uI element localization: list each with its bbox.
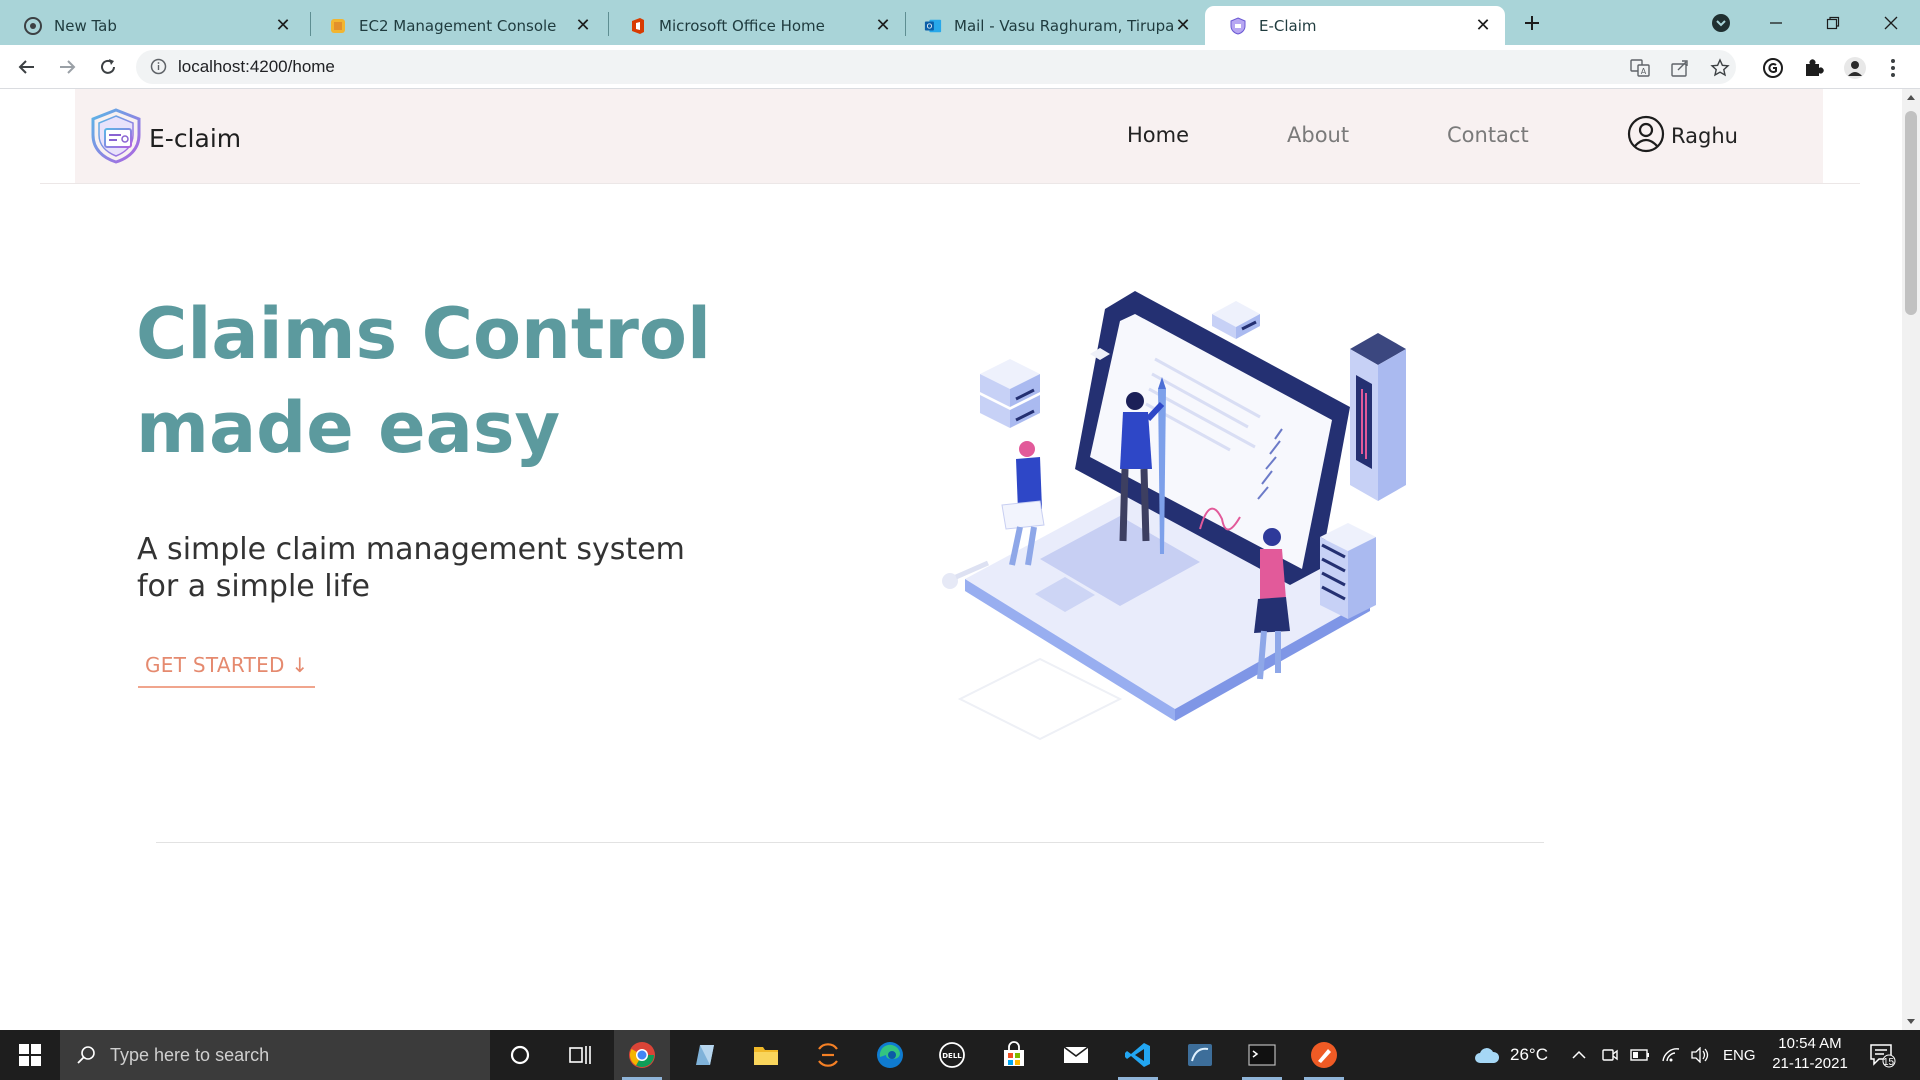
chrome-icon xyxy=(24,16,42,35)
clock-date: 21-11-2021 xyxy=(1772,1055,1848,1072)
system-clock[interactable]: 10:54 AM 21-11-2021 xyxy=(1765,1034,1855,1074)
windows-start-button[interactable] xyxy=(0,1030,60,1080)
weather-temperature: 26°C xyxy=(1510,1045,1548,1064)
taskbar-dell-icon[interactable]: DELL xyxy=(924,1030,980,1080)
user-menu[interactable]: Raghu xyxy=(1627,115,1738,157)
close-tab-icon[interactable]: ✕ xyxy=(1173,15,1193,36)
search-icon xyxy=(76,1045,96,1065)
scroll-thumb[interactable] xyxy=(1905,111,1917,315)
back-arrow-icon[interactable] xyxy=(11,51,43,83)
notification-center-icon[interactable]: 15 xyxy=(1868,1030,1896,1080)
minimize-window-icon[interactable] xyxy=(1761,8,1791,38)
nav-link-about[interactable]: About xyxy=(1287,123,1349,147)
tab-new-tab[interactable]: New Tab ✕ xyxy=(0,6,305,45)
taskbar-edge-icon[interactable] xyxy=(862,1030,918,1080)
notification-count: 15 xyxy=(1883,1057,1895,1068)
section-divider xyxy=(156,842,1544,843)
taskbar-notes-app-icon[interactable] xyxy=(676,1030,732,1080)
taskbar-file-explorer-icon[interactable] xyxy=(738,1030,794,1080)
hero-title: Claims Control made easy xyxy=(136,287,776,475)
user-name: Raghu xyxy=(1671,124,1738,148)
taskbar-eclipse-icon[interactable] xyxy=(800,1030,856,1080)
hero-title-line: Claims Control xyxy=(136,293,711,375)
close-tab-icon[interactable]: ✕ xyxy=(873,15,893,36)
address-bar[interactable]: localhost:4200/home A xyxy=(136,50,1736,84)
input-language[interactable]: ENG xyxy=(1723,1030,1756,1080)
tab-office-home[interactable]: Microsoft Office Home ✕ xyxy=(605,6,905,45)
tab-eclaim[interactable]: E-Claim ✕ xyxy=(1205,6,1505,45)
close-tab-icon[interactable]: ✕ xyxy=(273,15,293,36)
tab-search-icon[interactable] xyxy=(1706,8,1736,38)
taskbar-vscode-icon[interactable] xyxy=(1110,1030,1166,1080)
outlook-icon: O xyxy=(924,17,942,35)
brand[interactable]: E-claim xyxy=(87,107,241,169)
battery-icon[interactable] xyxy=(1630,1030,1650,1080)
svg-text:DELL: DELL xyxy=(942,1052,962,1060)
aws-icon xyxy=(329,17,347,35)
bookmark-star-icon[interactable] xyxy=(1709,57,1731,79)
extensions-puzzle-icon[interactable] xyxy=(1800,55,1826,81)
taskbar-search-box[interactable]: Type here to search xyxy=(60,1030,490,1080)
taskbar-terminal-icon[interactable] xyxy=(1234,1030,1290,1080)
taskbar-postman-icon[interactable] xyxy=(1296,1030,1352,1080)
site-navbar: E-claim Home About Contact Raghu xyxy=(75,89,1823,183)
site-info-icon[interactable] xyxy=(150,58,167,79)
scroll-down-icon[interactable] xyxy=(1907,1019,1915,1024)
extension-grammarly-icon[interactable] xyxy=(1760,55,1786,81)
profile-avatar-icon[interactable] xyxy=(1842,55,1868,81)
taskbar-store-icon[interactable] xyxy=(986,1030,1042,1080)
translate-icon[interactable]: A xyxy=(1629,57,1651,79)
meet-now-icon[interactable] xyxy=(1601,1030,1619,1080)
task-view-icon[interactable] xyxy=(552,1030,608,1080)
taskbar-chrome-icon[interactable] xyxy=(614,1030,670,1080)
hero-title-line: made easy xyxy=(136,387,561,469)
forward-arrow-icon[interactable] xyxy=(51,51,83,83)
share-icon[interactable] xyxy=(1669,57,1691,79)
page-viewport: E-claim Home About Contact Raghu Claims … xyxy=(0,89,1920,1030)
new-tab-button[interactable] xyxy=(1517,8,1547,38)
office-icon xyxy=(629,17,647,35)
get-started-button[interactable]: GET STARTED ↓ xyxy=(138,645,316,688)
close-window-icon[interactable] xyxy=(1876,8,1906,38)
eclaim-logo-icon xyxy=(87,107,145,169)
show-hidden-icons-chevron-icon[interactable] xyxy=(1572,1030,1586,1080)
search-placeholder: Type here to search xyxy=(110,1044,270,1065)
restore-window-icon[interactable] xyxy=(1818,8,1848,38)
hero-illustration xyxy=(930,279,1470,819)
volume-icon[interactable] xyxy=(1690,1030,1710,1080)
svg-text:O: O xyxy=(927,21,933,30)
taskbar-mail-icon[interactable] xyxy=(1048,1030,1104,1080)
hero-subtitle-line: A simple claim management system xyxy=(137,532,685,567)
navbar-divider xyxy=(40,183,1860,184)
scroll-up-icon[interactable] xyxy=(1907,95,1915,100)
eclaim-icon xyxy=(1229,16,1247,35)
windows-logo-icon xyxy=(19,1044,41,1066)
url-text[interactable]: localhost:4200/home xyxy=(178,57,335,77)
close-tab-icon[interactable]: ✕ xyxy=(573,15,593,36)
weather-widget[interactable]: 26°C xyxy=(1474,1030,1548,1080)
wifi-icon[interactable] xyxy=(1661,1030,1681,1080)
tab-outlook-mail[interactable]: O Mail - Vasu Raghuram, Tirupati (C ✕ xyxy=(900,6,1205,45)
clock-time: 10:54 AM xyxy=(1778,1035,1842,1052)
page-scrollbar[interactable] xyxy=(1902,89,1920,1030)
browser-menu-icon[interactable] xyxy=(1880,55,1906,81)
hero-subtitle: A simple claim management system for a s… xyxy=(137,531,777,605)
browser-toolbar: localhost:4200/home A xyxy=(0,45,1920,89)
svg-text:A: A xyxy=(1641,67,1647,76)
nav-link-contact[interactable]: Contact xyxy=(1447,123,1529,147)
close-tab-icon[interactable]: ✕ xyxy=(1473,15,1493,36)
hero-subtitle-line: for a simple life xyxy=(137,569,370,604)
brand-name: E-claim xyxy=(149,123,242,153)
windows-taskbar: Type here to search DELL 26°C ENG 10:54 … xyxy=(0,1030,1920,1080)
reload-icon[interactable] xyxy=(92,51,124,83)
cloud-weather-icon xyxy=(1474,1045,1500,1065)
cortana-icon[interactable] xyxy=(492,1030,548,1080)
tab-ec2-console[interactable]: EC2 Management Console ✕ xyxy=(305,6,605,45)
nav-link-home[interactable]: Home xyxy=(1127,123,1189,147)
user-account-icon xyxy=(1627,115,1665,157)
browser-tab-strip: New Tab ✕ EC2 Management Console ✕ Micro… xyxy=(0,0,1920,45)
taskbar-sql-workbench-icon[interactable] xyxy=(1172,1030,1228,1080)
